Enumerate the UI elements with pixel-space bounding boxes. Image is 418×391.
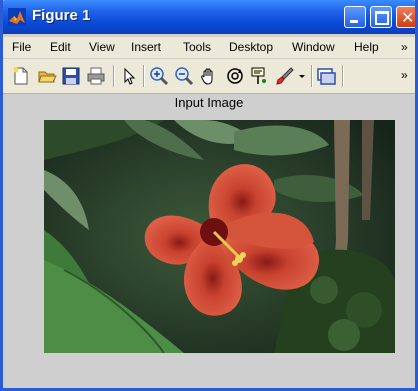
- save-icon[interactable]: [61, 66, 81, 86]
- data-cursor-icon[interactable]: [250, 66, 270, 86]
- zoom-in-icon[interactable]: [149, 66, 169, 86]
- title-bar[interactable]: Figure 1 ✕: [3, 0, 415, 34]
- new-figure-icon[interactable]: [11, 66, 31, 86]
- toolbar-separator: [143, 65, 145, 87]
- zoom-out-icon[interactable]: [174, 66, 194, 86]
- menu-desktop[interactable]: Desktop: [229, 40, 273, 54]
- close-button[interactable]: ✕: [396, 6, 415, 28]
- pan-hand-icon[interactable]: [199, 66, 219, 86]
- brush-icon[interactable]: [275, 66, 295, 86]
- toolbar-separator: [113, 65, 115, 87]
- menu-window[interactable]: Window: [292, 40, 335, 54]
- menu-help[interactable]: Help: [354, 40, 379, 54]
- menu-view[interactable]: View: [89, 40, 115, 54]
- print-icon[interactable]: [86, 66, 106, 86]
- minimize-button[interactable]: [344, 6, 366, 28]
- rotate-3d-icon[interactable]: [225, 66, 245, 86]
- figure-canvas: Input Image: [3, 94, 415, 388]
- minimize-icon: [350, 20, 358, 23]
- menu-edit[interactable]: Edit: [50, 40, 71, 54]
- menu-tools[interactable]: Tools: [183, 40, 211, 54]
- window-title: Figure 1: [32, 7, 91, 24]
- link-plot-icon[interactable]: [316, 66, 336, 86]
- dropdown-arrow-icon[interactable]: [297, 66, 307, 86]
- menu-overflow[interactable]: »: [401, 40, 408, 54]
- menu-bar: File Edit View Insert Tools Desktop Wind…: [3, 37, 415, 58]
- toolbar-separator: [311, 65, 313, 87]
- figure-window: Figure 1 ✕ File Edit View Insert Tools D…: [0, 0, 418, 391]
- toolbar-overflow[interactable]: »: [401, 68, 408, 82]
- close-icon: ✕: [401, 8, 415, 27]
- axes-title: Input Image: [174, 95, 244, 110]
- figure-toolbar: »: [3, 59, 415, 94]
- matlab-logo-icon: [8, 8, 26, 26]
- menu-insert[interactable]: Insert: [131, 40, 161, 54]
- hibiscus-photo: [44, 120, 395, 353]
- open-file-icon[interactable]: [37, 66, 57, 86]
- maximize-icon: [375, 11, 389, 25]
- toolbar-separator: [342, 65, 344, 87]
- input-image: [44, 120, 395, 353]
- maximize-button[interactable]: [370, 6, 392, 28]
- menu-file[interactable]: File: [12, 40, 31, 54]
- select-arrow-icon[interactable]: [119, 66, 139, 86]
